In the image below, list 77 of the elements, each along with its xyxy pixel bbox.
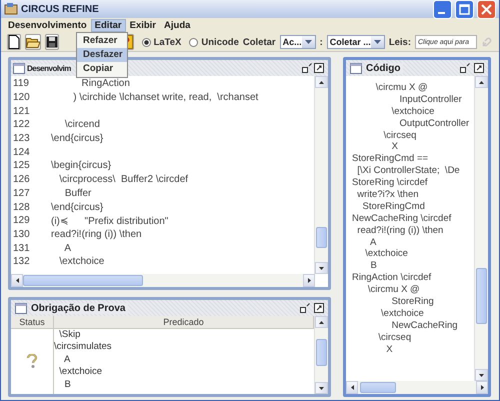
menu-item[interactable]: Ajuda	[160, 18, 194, 32]
predicate-line: B	[64, 378, 72, 391]
code-line: \circseq	[377, 332, 412, 344]
line-number: 128	[12, 202, 31, 213]
code-line: StoreRing \circdef	[352, 177, 429, 190]
line-number: 119	[12, 78, 30, 90]
menu-item[interactable]: Desenvolvimento	[4, 18, 91, 32]
code-line: read?i!(ring (i)) \then	[356, 224, 444, 237]
code-line: StoreRingCmd	[362, 200, 426, 213]
panel-title: Obrigação de Prova	[31, 302, 128, 314]
line-number: 127	[12, 188, 31, 199]
column-header[interactable]: Status	[11, 316, 54, 328]
collect-label: Coletar	[242, 36, 276, 48]
code-line: RingAction \circdef	[352, 272, 432, 284]
code-line: (i)≼ "Prefix distribution"	[51, 214, 168, 227]
line-number: 132	[12, 256, 31, 268]
code-line: StoreRing	[390, 296, 435, 308]
radio-option[interactable]: LaTeX	[142, 36, 182, 48]
predicate-line: \Skip	[58, 329, 82, 342]
predicate-line: A	[63, 354, 72, 366]
menu-option[interactable]: Refazer	[77, 34, 127, 48]
line-number: 120	[12, 92, 31, 104]
laws-label: Leis:	[388, 36, 411, 48]
code-line: ) \circhide \lchanset write, read, \rchanset	[72, 92, 258, 104]
code-line: B	[369, 260, 378, 272]
line-number: 125	[12, 160, 31, 172]
code-line: StoreRingCmd ==	[352, 153, 430, 166]
line-number: 126	[12, 174, 31, 186]
code-line: OutputController	[398, 118, 470, 130]
code-line: NewCacheRing	[390, 320, 459, 332]
panel-title: Desenvolvim	[27, 64, 71, 72]
code-line: \end{circus}	[51, 202, 104, 213]
line-number: 124	[12, 146, 31, 158]
code-line: \end{circus}	[51, 133, 104, 144]
code-line: \circmu X @	[366, 284, 421, 296]
line-number: 123	[12, 133, 31, 144]
code-line: write?i?x \then	[356, 189, 420, 201]
code-line: \begin{circus}	[51, 160, 112, 172]
code-line: A	[63, 242, 72, 254]
code-line: X	[385, 344, 394, 356]
dropdown-value: Ac...	[282, 37, 302, 47]
code-line: \extchoice	[390, 106, 436, 118]
code-line: [\Xi ControllerState; \De	[356, 165, 461, 178]
window-title: CIRCUS REFINE	[21, 4, 99, 14]
dropdown[interactable]: Coletar ...	[326, 35, 385, 49]
code-line: \circprocess\ Buffer2 \circdef	[58, 174, 188, 186]
code-line: X	[390, 141, 399, 154]
line-number: 130	[12, 228, 31, 240]
code-line: InputController	[398, 94, 463, 106]
code-line: A	[368, 236, 378, 248]
code-line: Buffer	[64, 188, 92, 199]
code-line: \extchoice	[58, 256, 104, 268]
line-number: 122	[12, 119, 31, 130]
dropdown[interactable]: Ac...	[280, 35, 316, 49]
predicate-line: \circsimulates	[54, 341, 113, 354]
menu-option[interactable]: Copiar	[77, 62, 127, 76]
radio-label: Unicode	[201, 36, 239, 48]
predicate-line: \extchoice	[58, 366, 104, 379]
line-number: 121	[12, 106, 31, 117]
code-line: NewCacheRing \circdef	[352, 212, 452, 225]
menu-item[interactable]: Exibir	[126, 18, 160, 32]
code-line: RingAction	[80, 78, 130, 90]
code-line: \extchoice	[380, 308, 425, 320]
radio-label: LaTeX	[154, 36, 182, 48]
line-number: 129	[12, 215, 31, 226]
code-line: \circseq	[382, 130, 418, 142]
code-line: \circend	[64, 119, 100, 130]
line-number: 131	[12, 242, 31, 254]
code-line: \circmu X @	[374, 82, 429, 94]
dropdown-value: Coletar ...	[328, 37, 371, 47]
code-line: \extchoice	[364, 248, 409, 260]
panel-title: Código	[366, 62, 404, 74]
menu-option[interactable]: Desfazer	[77, 48, 127, 62]
menu-item[interactable]: Editar	[90, 18, 126, 32]
separator-label: :	[320, 36, 323, 48]
code-line: read?i!(ring (i)) \then	[51, 228, 142, 240]
radio-option[interactable]: Unicode	[189, 36, 239, 48]
